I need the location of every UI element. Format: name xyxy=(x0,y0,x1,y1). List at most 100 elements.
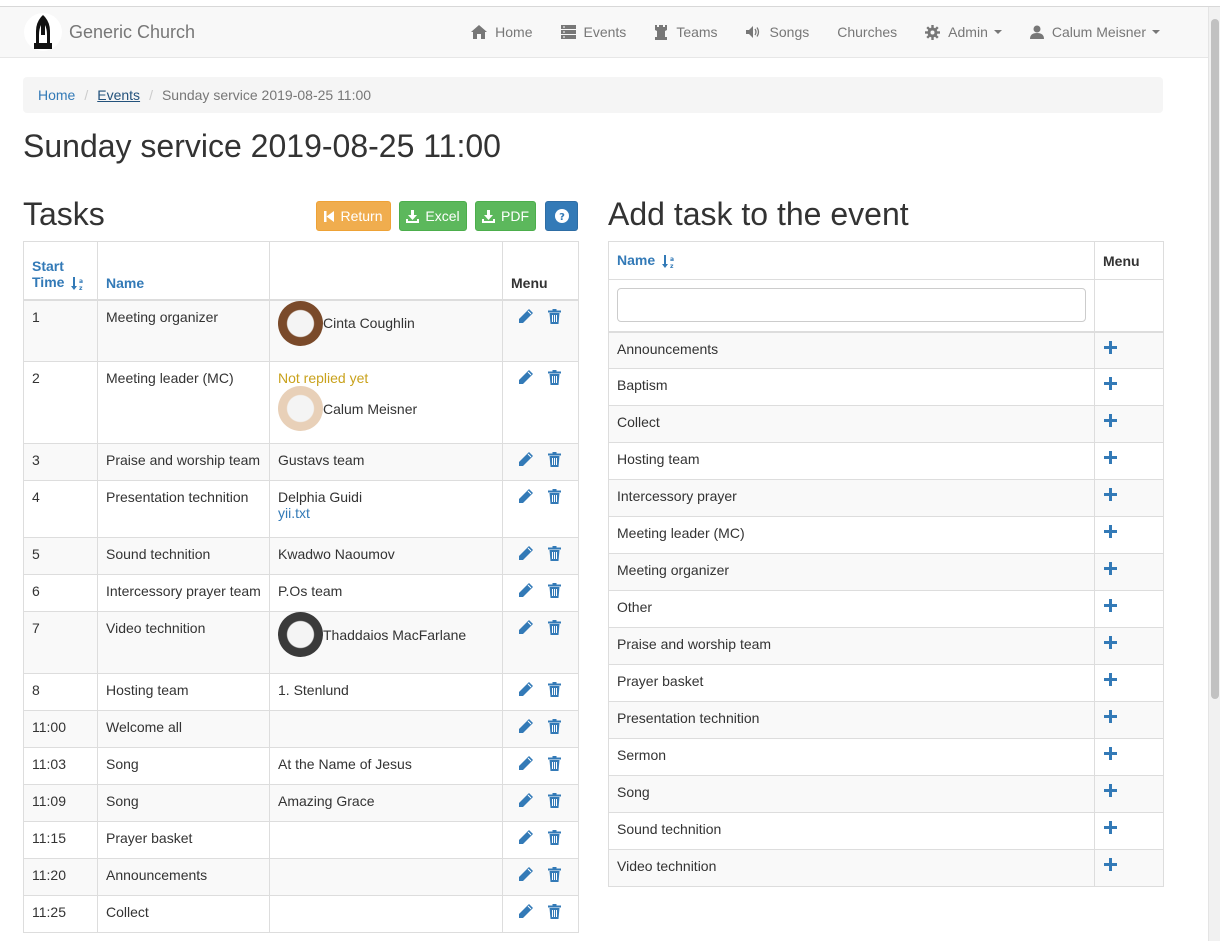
add-task-button[interactable] xyxy=(1094,812,1164,850)
edit-button[interactable] xyxy=(519,867,533,885)
add-task-row: Sound technition xyxy=(608,812,1164,850)
pencil-icon[interactable] xyxy=(519,620,533,634)
brand[interactable]: Generic Church xyxy=(24,11,195,53)
excel-download-button[interactable]: Excel xyxy=(399,201,467,231)
nav-churches[interactable]: Churches xyxy=(823,7,911,57)
pencil-icon[interactable] xyxy=(519,583,533,597)
nav-songs[interactable]: Songs xyxy=(732,7,824,57)
add-task-button[interactable] xyxy=(1094,701,1164,739)
delete-button[interactable] xyxy=(548,370,561,388)
delete-button[interactable] xyxy=(548,830,561,848)
pencil-icon[interactable] xyxy=(519,719,533,733)
add-task-button[interactable] xyxy=(1094,590,1164,628)
pencil-icon[interactable] xyxy=(519,682,533,696)
edit-button[interactable] xyxy=(519,793,533,811)
nav-teams[interactable]: Teams xyxy=(640,7,731,57)
delete-button[interactable] xyxy=(548,583,561,601)
pdf-download-button[interactable]: PDF xyxy=(475,201,536,231)
delete-button[interactable] xyxy=(548,793,561,811)
pencil-icon[interactable] xyxy=(519,904,533,918)
trash-icon[interactable] xyxy=(548,904,561,919)
sort-start-time-link[interactable]: Start Time xyxy=(32,258,64,290)
help-button[interactable]: ? xyxy=(545,201,578,231)
pencil-icon[interactable] xyxy=(519,370,533,384)
delete-button[interactable] xyxy=(548,867,561,885)
trash-icon[interactable] xyxy=(548,452,561,467)
pencil-icon[interactable] xyxy=(519,489,533,503)
add-task-button[interactable] xyxy=(1094,775,1164,813)
delete-button[interactable] xyxy=(548,308,561,327)
add-task-name: Meeting organizer xyxy=(608,553,1095,591)
trash-icon[interactable] xyxy=(548,546,561,561)
edit-button[interactable] xyxy=(519,370,533,388)
nav-home[interactable]: Home xyxy=(457,7,546,57)
nav-events[interactable]: Events xyxy=(547,7,641,57)
delete-button[interactable] xyxy=(548,452,561,470)
add-task-button[interactable] xyxy=(1094,553,1164,591)
column-header-start-time[interactable]: Start Time az xyxy=(23,241,98,301)
delete-button[interactable] xyxy=(548,546,561,564)
add-task-button[interactable] xyxy=(1094,479,1164,517)
trash-icon[interactable] xyxy=(548,867,561,882)
add-task-button[interactable] xyxy=(1094,331,1164,369)
pencil-icon[interactable] xyxy=(519,452,533,466)
edit-button[interactable] xyxy=(519,830,533,848)
edit-button[interactable] xyxy=(519,452,533,470)
trash-icon[interactable] xyxy=(548,719,561,734)
column-header-name[interactable]: Name xyxy=(97,241,270,301)
trash-icon[interactable] xyxy=(548,756,561,771)
sort-add-name-link[interactable]: Name xyxy=(617,252,655,268)
trash-icon[interactable] xyxy=(548,620,561,635)
scrollbar-thumb[interactable] xyxy=(1211,19,1219,699)
edit-button[interactable] xyxy=(519,682,533,700)
trash-icon[interactable] xyxy=(548,583,561,598)
edit-button[interactable] xyxy=(519,489,533,507)
task-name-filter-input[interactable] xyxy=(617,288,1086,323)
trash-icon[interactable] xyxy=(548,830,561,845)
page-scrollbar[interactable] xyxy=(1208,7,1220,941)
add-task-button[interactable] xyxy=(1094,405,1164,443)
pencil-icon[interactable] xyxy=(519,546,533,560)
trash-icon[interactable] xyxy=(548,489,561,504)
add-task-button[interactable] xyxy=(1094,442,1164,480)
edit-button[interactable] xyxy=(519,904,533,922)
nav-admin-dropdown[interactable]: Admin xyxy=(911,7,1016,57)
add-column-header-name[interactable]: Name az xyxy=(608,241,1095,280)
trash-icon[interactable] xyxy=(548,308,561,324)
nav-user-dropdown[interactable]: Calum Meisner xyxy=(1016,7,1174,57)
pencil-icon[interactable] xyxy=(519,793,533,807)
return-button[interactable]: Return xyxy=(316,201,391,231)
delete-button[interactable] xyxy=(548,489,561,507)
pencil-icon[interactable] xyxy=(519,756,533,770)
breadcrumb-home[interactable]: Home xyxy=(38,87,75,103)
pencil-icon[interactable] xyxy=(519,308,533,323)
breadcrumb-events[interactable]: Events xyxy=(97,87,140,103)
column-header-menu: Menu xyxy=(502,241,579,301)
add-task-button[interactable] xyxy=(1094,368,1164,406)
delete-button[interactable] xyxy=(548,682,561,700)
edit-button[interactable] xyxy=(519,756,533,774)
edit-button[interactable] xyxy=(519,719,533,737)
delete-button[interactable] xyxy=(548,620,561,638)
trash-icon[interactable] xyxy=(548,793,561,808)
edit-button[interactable] xyxy=(519,620,533,638)
add-task-button[interactable] xyxy=(1094,738,1164,776)
assignee-cell: Thaddaios MacFarlane xyxy=(269,611,503,674)
sort-name-link[interactable]: Name xyxy=(106,275,144,291)
edit-button[interactable] xyxy=(519,308,533,327)
add-task-button[interactable] xyxy=(1094,627,1164,665)
trash-icon[interactable] xyxy=(548,370,561,385)
delete-button[interactable] xyxy=(548,904,561,922)
attachment-link[interactable]: yii.txt xyxy=(278,505,310,521)
pencil-icon[interactable] xyxy=(519,867,533,881)
trash-icon[interactable] xyxy=(548,682,561,697)
add-task-button[interactable] xyxy=(1094,664,1164,702)
pencil-icon[interactable] xyxy=(519,830,533,844)
task-name-cell: Song xyxy=(97,747,270,785)
delete-button[interactable] xyxy=(548,719,561,737)
add-task-button[interactable] xyxy=(1094,849,1164,887)
delete-button[interactable] xyxy=(548,756,561,774)
edit-button[interactable] xyxy=(519,583,533,601)
edit-button[interactable] xyxy=(519,546,533,564)
add-task-button[interactable] xyxy=(1094,516,1164,554)
